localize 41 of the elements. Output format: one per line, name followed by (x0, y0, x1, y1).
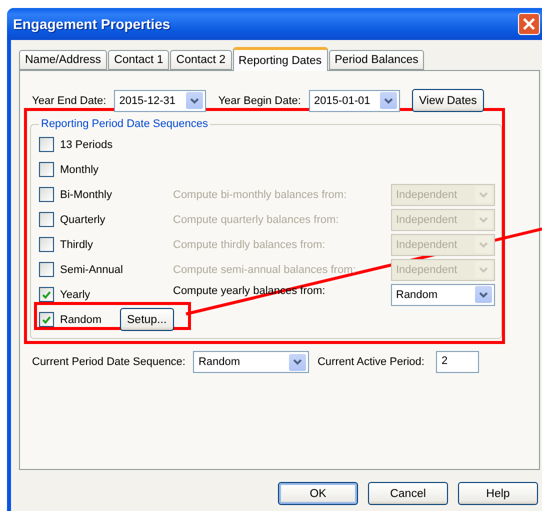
dropdown[interactable]: Random (193, 351, 310, 373)
checkbox-label: Random (60, 314, 103, 326)
tab[interactable]: Contact 2 (170, 50, 232, 70)
checkbox-label: Semi-Annual (60, 264, 124, 276)
field-label: Current Period Date Sequence: (32, 356, 186, 368)
checkbox-label: 13 Periods (60, 138, 114, 150)
group-title: Reporting Period Date Sequences (40, 118, 209, 130)
view-dates-button[interactable]: View Dates (412, 89, 484, 112)
compute-label: Compute bi-monthly balances from: (173, 188, 348, 200)
check-mark-icon (42, 316, 51, 324)
field-label: Year End Date: (32, 94, 106, 106)
checkbox-label: Quarterly (60, 214, 106, 226)
tab[interactable]: Period Balances (328, 50, 424, 70)
input-field[interactable]: 2 (436, 351, 480, 373)
dialog-button[interactable]: Help (458, 482, 538, 505)
checkbox-label: Yearly (60, 288, 92, 300)
dropdown[interactable]: Random (391, 284, 495, 306)
tab[interactable]: Reporting Dates (232, 47, 328, 71)
checkbox[interactable] (39, 162, 54, 177)
compute-label: Compute semi-annual balances from: (173, 264, 357, 276)
checkbox-label: Thirdly (60, 238, 94, 250)
checkbox[interactable] (39, 312, 54, 327)
close-button[interactable] (518, 13, 540, 35)
field-label: Current Active Period: (317, 356, 424, 368)
window-title: Engagement Properties (13, 16, 170, 32)
check-mark-icon (42, 290, 51, 298)
close-icon[interactable] (523, 18, 535, 30)
dropdown[interactable]: 2015-12-31 (114, 90, 206, 112)
checkbox[interactable] (39, 287, 54, 302)
dropdown[interactable]: 2015-01-01 (308, 90, 400, 112)
dialog-button[interactable]: Cancel (368, 482, 448, 505)
compute-label: Compute thirdly balances from: (173, 238, 326, 250)
checkbox-label: Bi-Monthly (60, 188, 113, 200)
tab[interactable]: Contact 1 (108, 50, 170, 70)
field-label: Year Begin Date: (218, 94, 301, 106)
setup-button[interactable]: Setup... (120, 308, 174, 331)
checkbox[interactable] (39, 137, 54, 152)
tab[interactable]: Name/Address (19, 50, 108, 70)
compute-label: Compute quarterly balances from: (173, 214, 340, 226)
dialog-button[interactable]: OK (278, 482, 358, 505)
checkbox-label: Monthly (60, 164, 100, 176)
